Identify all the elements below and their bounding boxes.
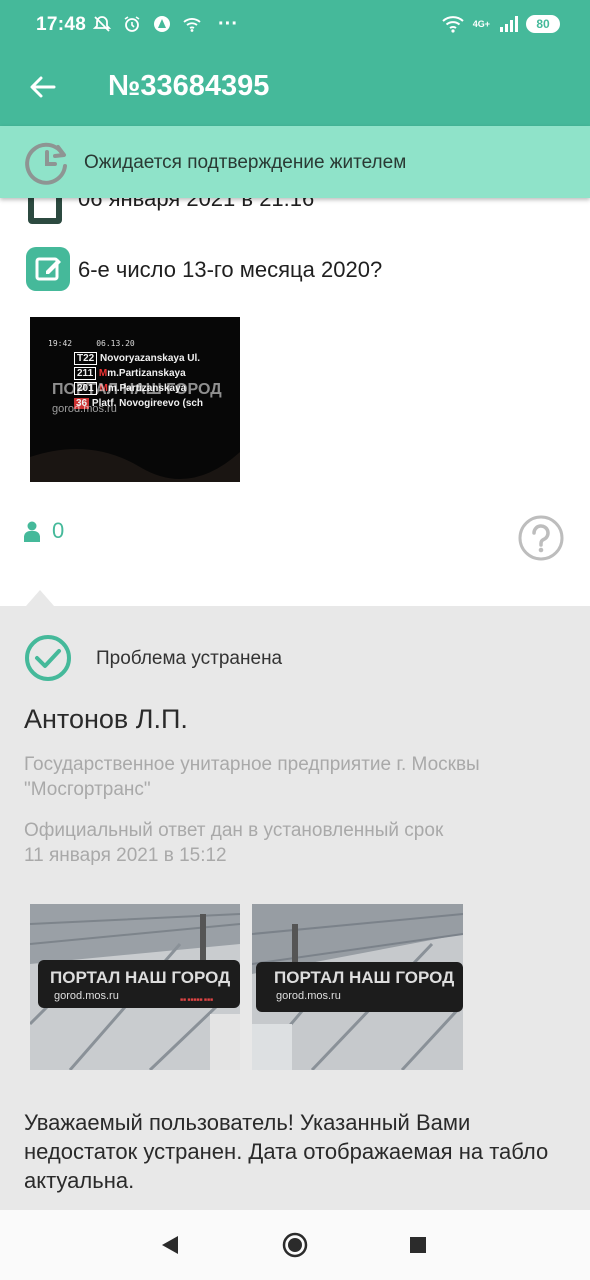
photo-watermark-url: gorod.mos.ru (52, 403, 117, 415)
response-photo[interactable]: ПОРТАЛ НАШ ГОРОД gorod.mos.ru (252, 904, 463, 1070)
app-bar: №33684395 (0, 52, 590, 126)
responder-name: Антонов Л.П. (24, 704, 188, 734)
back-arrow-icon[interactable] (26, 70, 60, 104)
photo-watermark: ПОРТАЛ НАШ ГОРОД (52, 381, 222, 398)
page-title: №33684395 (108, 70, 270, 102)
nav-back-icon[interactable] (156, 1230, 186, 1260)
board-header: 19:42 06.13.20 (48, 339, 135, 348)
system-nav-bar (0, 1210, 590, 1280)
more-notifications-icon: ··· (218, 13, 238, 35)
help-icon[interactable] (518, 515, 564, 561)
network-type: 4G+ (472, 18, 490, 29)
board-line: T22 Novoryazanskaya Ul. (74, 351, 203, 366)
official-date: 11 января 2021 в 15:12 (24, 845, 227, 866)
status-bar: 17:48 ··· 4G+ 80 (0, 0, 590, 52)
wifi-small-icon (183, 18, 201, 32)
photo-watermark: ПОРТАЛ НАШ ГОРОД (274, 968, 455, 987)
issue-description: 6-е число 13-го месяца 2020? (78, 257, 383, 282)
responder-organization: Государственное унитарное предприятие г.… (24, 754, 480, 800)
board-line: 211 Mm.Partizanskaya (74, 366, 203, 381)
status-left-icons: ··· (92, 14, 238, 34)
photo-watermark-url: gorod.mos.ru (276, 990, 341, 1002)
status-banner: Ожидается подтверждение жителем (0, 126, 590, 198)
svg-text:■■ ■■■■■ ■■■: ■■ ■■■■■ ■■■ (180, 997, 213, 1003)
person-icon (24, 521, 40, 542)
mute-notifications-icon (92, 16, 112, 32)
nav-recents-icon[interactable] (403, 1230, 433, 1260)
signal-icon (500, 16, 518, 32)
response-notch (26, 590, 54, 606)
official-response: Проблема устранена Антонов Л.П. Государс… (0, 590, 590, 1210)
status-time: 17:48 (36, 14, 87, 35)
board-time: 19:42 (48, 339, 73, 348)
response-photo[interactable]: ■■ ■■■■■ ■■■ ПОРТАЛ НАШ ГОРОД gorod.mos.… (30, 904, 240, 1070)
status-right-icons: 4G+ 80 (441, 14, 560, 34)
wifi-icon (442, 16, 464, 33)
battery-icon: 80 (526, 15, 560, 33)
alarm-icon (124, 16, 140, 32)
response-status: Проблема устранена (96, 648, 283, 669)
app-notification-icon (154, 16, 170, 32)
photo-watermark: ПОРТАЛ НАШ ГОРОД (50, 968, 231, 987)
supporters-count: 0 (52, 518, 65, 543)
nav-home-icon[interactable] (280, 1230, 310, 1260)
official-label: Официальный ответ дан в установленный ср… (24, 820, 444, 841)
official-response-info: Официальный ответ дан в установленный ср… (24, 818, 564, 868)
edit-icon (26, 247, 70, 291)
clock-refresh-icon (25, 142, 67, 185)
photo-watermark-url: gorod.mos.ru (54, 990, 119, 1002)
response-message: Уважаемый пользователь! Указанный Вами н… (24, 1110, 549, 1193)
issue-photo[interactable]: 19:42 06.13.20 T22 Novoryazanskaya Ul. 2… (30, 317, 240, 482)
banner-text: Ожидается подтверждение жителем (84, 152, 407, 173)
board-date: 06.13.20 (96, 339, 135, 348)
supporters: 0 (24, 518, 64, 544)
check-circle-icon (25, 635, 71, 681)
